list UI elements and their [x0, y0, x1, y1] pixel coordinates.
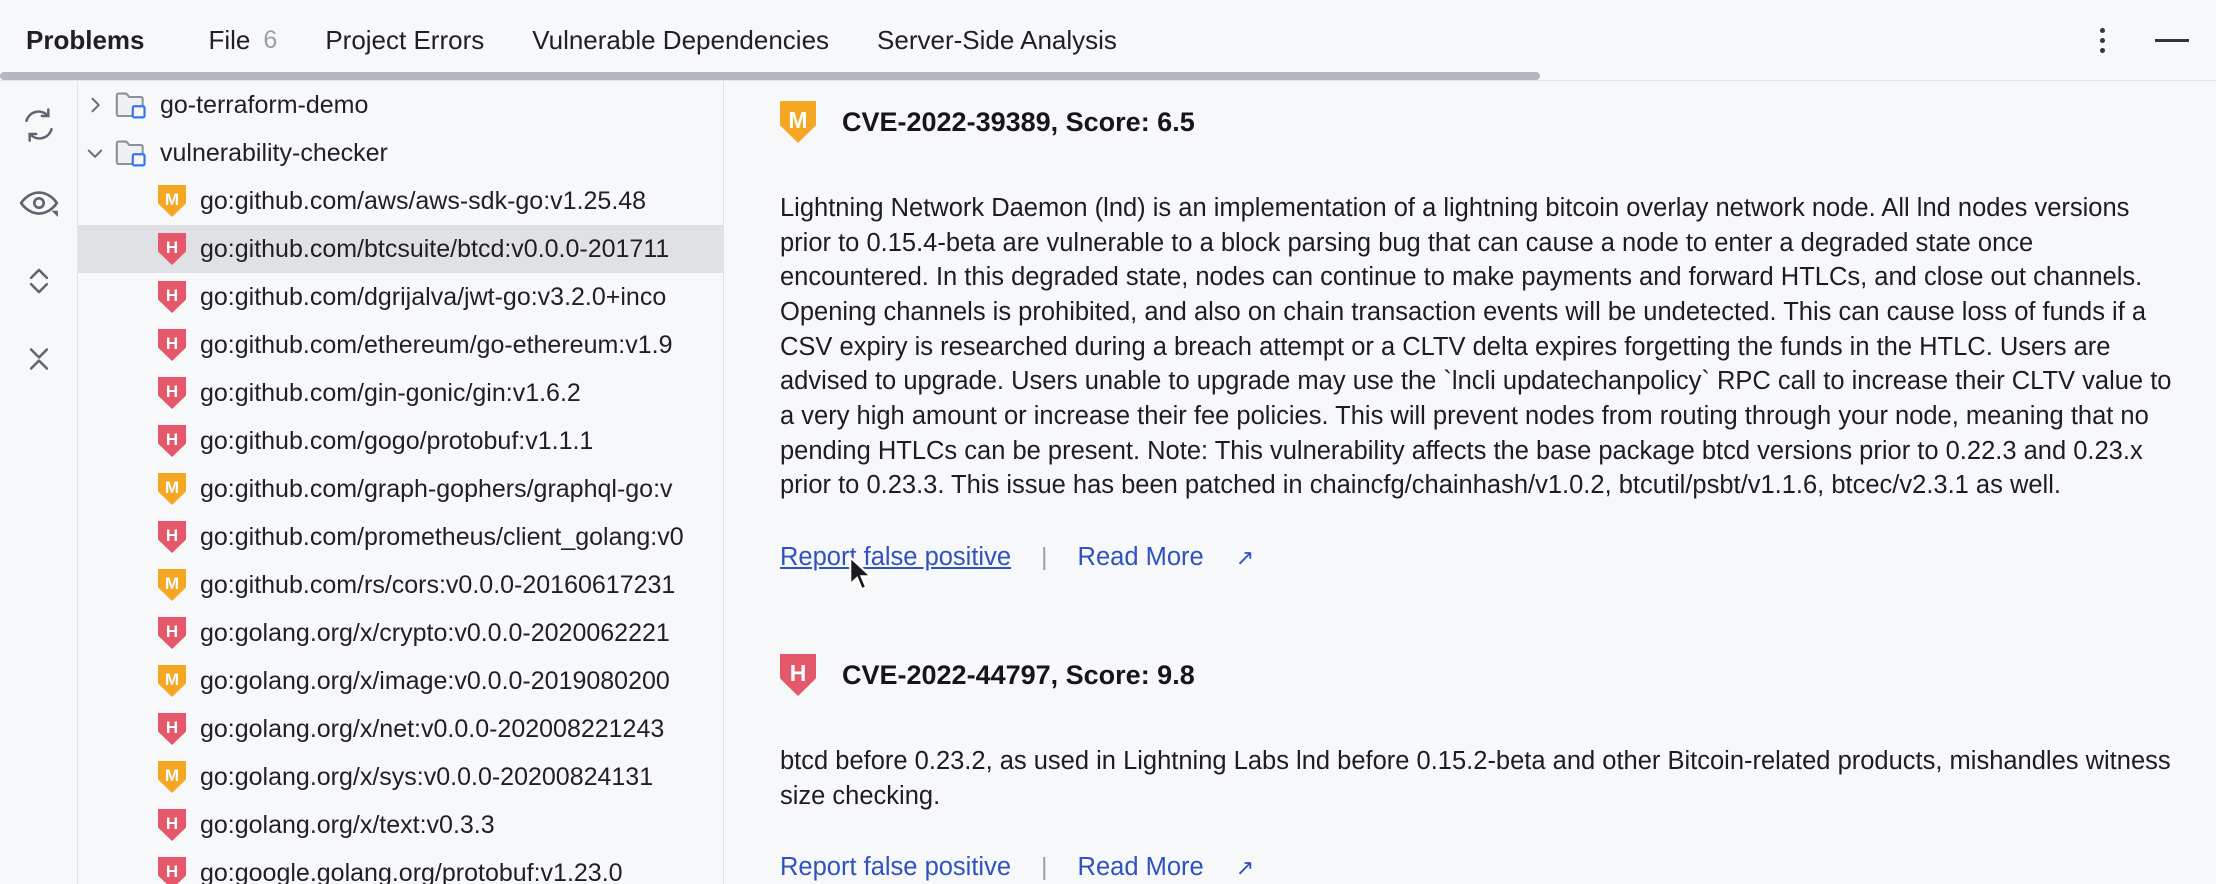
severity-shield-icon: H [780, 654, 816, 697]
tab-vulnerable-dependencies[interactable]: Vulnerable Dependencies [508, 0, 853, 80]
action-rail [0, 81, 78, 884]
scrollbar-thumb[interactable] [0, 72, 1540, 80]
external-link-icon: ↗ [1235, 854, 1255, 880]
page-title: Problems [26, 24, 145, 55]
link-separator: | [1041, 853, 1048, 882]
tree-dependency-label: go:golang.org/x/image:v0.0.0-2019080200 [200, 666, 670, 695]
horizontal-scrollbar[interactable] [0, 71, 2216, 80]
tree-dependency-row[interactable]: H go:google.golang.org/protobuf:v1.23.0 [78, 849, 723, 884]
eye-icon[interactable] [13, 177, 65, 229]
severity-shield-icon: H [152, 809, 192, 841]
tab-file-label: File [208, 24, 251, 55]
tab-server-side-analysis[interactable]: Server-Side Analysis [853, 0, 1141, 80]
tab-vulnerable-dependencies-label: Vulnerable Dependencies [532, 24, 830, 55]
external-link-icon: ↗ [1235, 544, 1255, 570]
tree-dependency-label: go:golang.org/x/net:v0.0.0-202008221243 [200, 714, 665, 743]
tree-dependency-label: go:github.com/gogo/protobuf:v1.1.1 [200, 426, 594, 455]
tree-dependency-row[interactable]: H go:golang.org/x/net:v0.0.0-20200822124… [78, 705, 723, 753]
tree-dependency-row[interactable]: M go:github.com/aws/aws-sdk-go:v1.25.48 [78, 177, 723, 225]
tab-server-side-analysis-label: Server-Side Analysis [877, 24, 1117, 55]
module-folder-icon [112, 138, 152, 168]
severity-shield-icon: H [152, 233, 192, 265]
severity-shield-icon: H [152, 329, 192, 361]
tree-dependency-row[interactable]: H go:github.com/ethereum/go-ethereum:v1.… [78, 321, 723, 369]
cve-block: M CVE-2022-39389, Score: 6.5 Lightning N… [780, 81, 2176, 572]
read-more-link[interactable]: Read More [1078, 543, 1204, 572]
severity-shield-icon: H [152, 425, 192, 457]
severity-shield-icon: H [152, 617, 192, 649]
tree-dependency-label: go:golang.org/x/text:v0.3.3 [200, 810, 495, 839]
tree-dependency-row[interactable]: H go:github.com/dgrijalva/jwt-go:v3.2.0+… [78, 273, 723, 321]
severity-shield-icon: H [152, 521, 192, 553]
tree-dependency-row[interactable]: H go:github.com/gogo/protobuf:v1.1.1 [78, 417, 723, 465]
cve-actions: Report false positive | Read More ↗ [780, 543, 2176, 572]
cve-actions: Report false positive | Read More ↗ [780, 853, 2176, 882]
panel-title: Problems [26, 0, 185, 80]
cve-header: M CVE-2022-39389, Score: 6.5 [780, 81, 2176, 143]
tree-dependency-label: go:github.com/graph-gophers/graphql-go:v [200, 474, 673, 503]
tree-dependency-row[interactable]: H go:github.com/gin-gonic/gin:v1.6.2 [78, 369, 723, 417]
tab-project-errors[interactable]: Project Errors [301, 0, 508, 80]
tab-file[interactable]: File 6 [185, 0, 302, 80]
tree-dependency-label: go:github.com/rs/cors:v0.0.0-20160617231 [200, 570, 676, 599]
tab-project-errors-label: Project Errors [325, 24, 485, 55]
tree-dependency-label: go:github.com/aws/aws-sdk-go:v1.25.48 [200, 186, 647, 215]
severity-shield-icon: M [152, 665, 192, 697]
report-false-positive-link[interactable]: Report false positive [780, 543, 1011, 572]
tree-dependency-row[interactable]: M go:github.com/rs/cors:v0.0.0-201606172… [78, 561, 723, 609]
tree-dependency-label: go:google.golang.org/protobuf:v1.23.0 [200, 858, 623, 884]
tree-dependency-label: go:golang.org/x/crypto:v0.0.0-2020062221 [200, 618, 670, 647]
severity-shield-icon: H [152, 857, 192, 884]
tree-folder-row-vulnerability-checker[interactable]: vulnerability-checker [78, 129, 723, 177]
severity-shield-icon: M [152, 761, 192, 793]
cve-description: btcd before 0.23.2, as used in Lightning… [780, 747, 2171, 810]
collapse-all-icon[interactable] [13, 333, 65, 385]
tree-dependency-row[interactable]: H go:golang.org/x/text:v0.3.3 [78, 801, 723, 849]
tree-dependency-label: go:github.com/dgrijalva/jwt-go:v3.2.0+in… [200, 282, 667, 311]
tree-folder-row-go-terraform-demo[interactable]: go-terraform-demo [78, 81, 723, 129]
severity-shield-icon: M [780, 101, 816, 143]
vulnerability-detail-panel: M CVE-2022-39389, Score: 6.5 Lightning N… [724, 81, 2216, 884]
chevron-down-icon[interactable] [78, 143, 112, 163]
severity-shield-icon: M [152, 185, 192, 217]
minimize-icon[interactable] [2152, 20, 2192, 60]
tree-dependency-row[interactable]: H go:golang.org/x/crypto:v0.0.0-20200622… [78, 609, 723, 657]
tree-dependency-label: go:github.com/ethereum/go-ethereum:v1.9 [200, 330, 673, 359]
tree-dependency-row[interactable]: M go:golang.org/x/image:v0.0.0-201908020… [78, 657, 723, 705]
tree-dependency-row[interactable]: M go:github.com/graph-gophers/graphql-go… [78, 465, 723, 513]
module-folder-icon [112, 90, 152, 120]
cve-title: CVE-2022-39389, Score: 6.5 [842, 106, 1195, 137]
severity-shield-icon: M [152, 569, 192, 601]
severity-shield-icon: H [152, 713, 192, 745]
tree-dependency-label: go:github.com/gin-gonic/gin:v1.6.2 [200, 378, 581, 407]
tree-dependency-row[interactable]: H go:github.com/prometheus/client_golang… [78, 513, 723, 561]
cve-header: H CVE-2022-44797, Score: 9.8 [780, 634, 2176, 697]
kebab-menu-icon[interactable] [2082, 20, 2122, 60]
read-more-link[interactable]: Read More [1078, 853, 1204, 882]
chevron-right-icon[interactable] [78, 95, 112, 115]
tab-bar-actions [2082, 0, 2192, 80]
link-separator: | [1041, 543, 1048, 572]
report-false-positive-link[interactable]: Report false positive [780, 853, 1011, 882]
severity-shield-icon: H [152, 377, 192, 409]
tree-dependency-row[interactable]: H go:github.com/btcsuite/btcd:v0.0.0-201… [78, 225, 723, 273]
tree-dependency-label: go:golang.org/x/sys:v0.0.0-20200824131 [200, 762, 654, 791]
tree-folder-label: go-terraform-demo [160, 90, 369, 119]
tab-file-count: 6 [263, 25, 278, 54]
expand-all-icon[interactable] [13, 255, 65, 307]
refresh-icon[interactable] [13, 99, 65, 151]
tree-dependency-label: go:github.com/prometheus/client_golang:v… [200, 522, 684, 551]
problems-tab-bar: Problems File 6 Project Errors Vulnerabl… [0, 0, 2216, 80]
cve-title: CVE-2022-44797, Score: 9.8 [842, 659, 1195, 690]
dependency-tree[interactable]: go-terraform-demo vulnerability-checker … [78, 81, 724, 884]
tree-folder-label: vulnerability-checker [160, 138, 388, 167]
tree-dependency-row[interactable]: M go:golang.org/x/sys:v0.0.0-20200824131 [78, 753, 723, 801]
cve-block: H CVE-2022-44797, Score: 9.8 btcd before… [780, 634, 2176, 882]
tree-dependency-label: go:github.com/btcsuite/btcd:v0.0.0-20171… [200, 234, 670, 263]
cve-description: Lightning Network Daemon (lnd) is an imp… [780, 194, 2172, 500]
panel-body: go-terraform-demo vulnerability-checker … [0, 80, 2216, 884]
severity-shield-icon: H [152, 281, 192, 313]
severity-shield-icon: M [152, 473, 192, 505]
